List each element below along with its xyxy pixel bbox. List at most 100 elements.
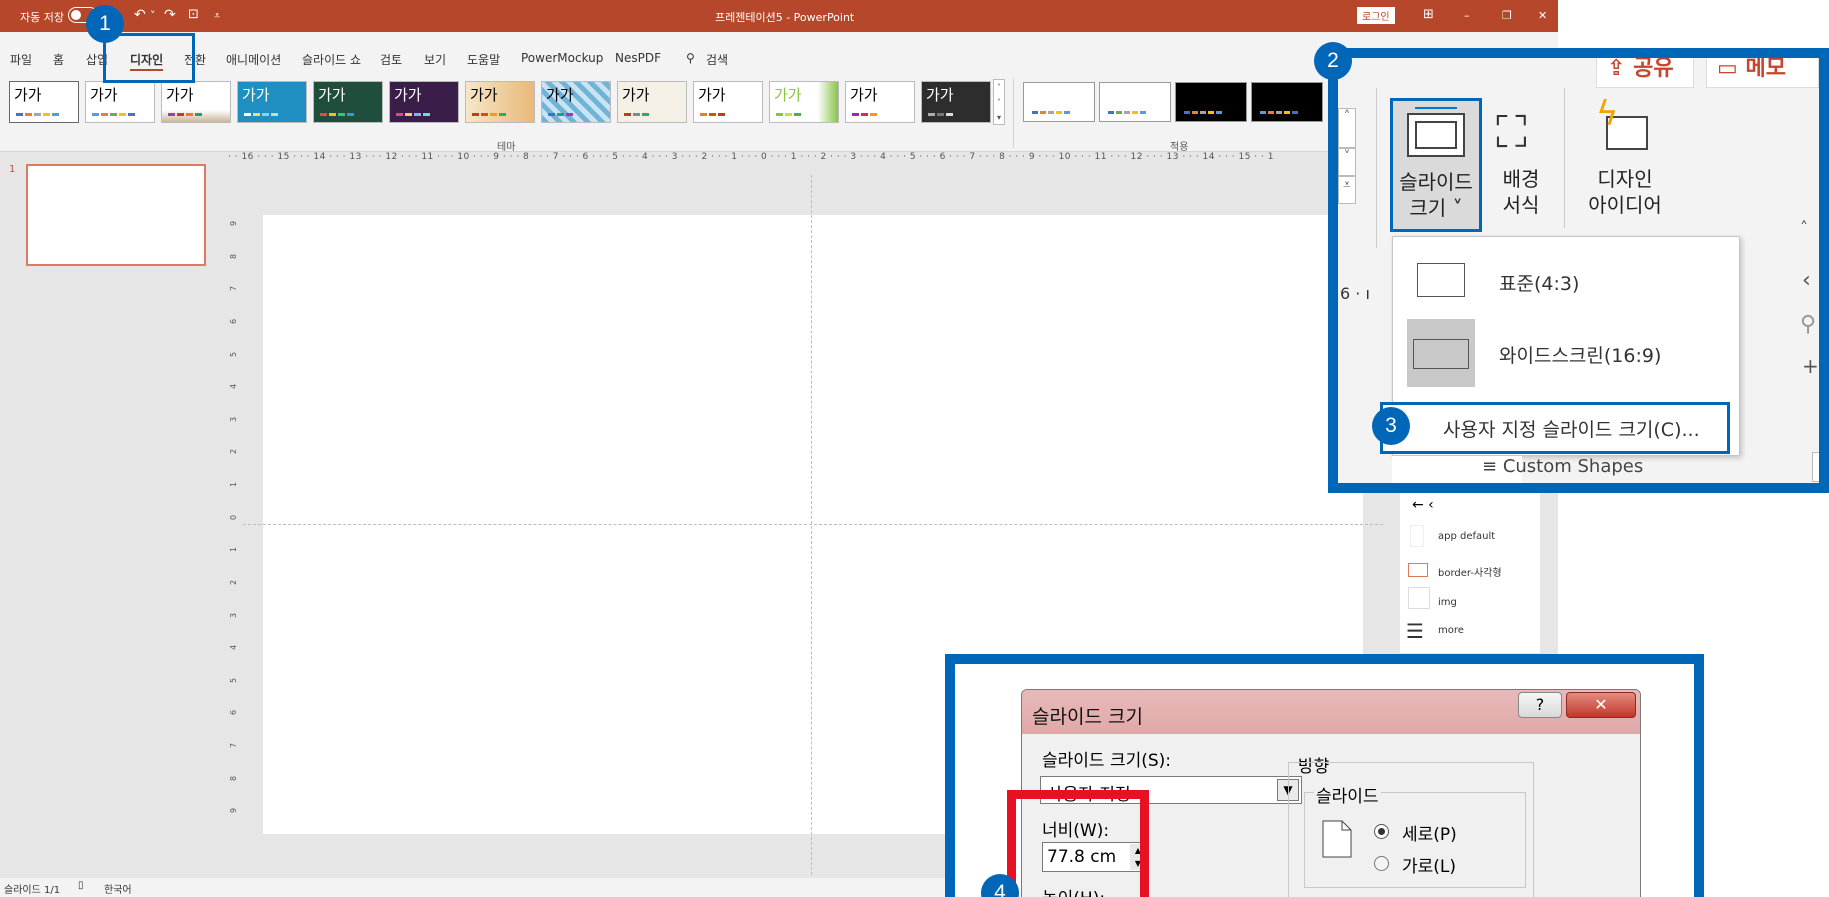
share-button[interactable]: ⇪ 공유 [1596,58,1694,88]
tab-powermockup[interactable]: PowerMockup [521,51,603,65]
menu-item-custom-size[interactable]: 사용자 지정 슬라이드 크기(C)... [1380,402,1730,454]
restore-icon[interactable]: ❐ [1502,9,1512,22]
vertical-guide[interactable] [811,175,812,875]
variants-group-label: 적용 [1170,142,1189,153]
themes-group-label: 테마 [497,142,516,153]
portrait-label[interactable]: 세로(P) [1402,820,1457,845]
accessibility-icon[interactable]: ▯ [78,880,84,891]
tab-nespdf[interactable]: NesPDF [615,51,661,65]
search-icon[interactable]: ⚲ [686,51,695,65]
redo-icon[interactable]: ↷ [164,7,176,23]
theme-13[interactable]: 가가 [921,81,991,123]
step-badge-3: 3 [1372,407,1410,445]
vertical-ruler-tick: 5 [229,677,239,684]
menu-item-standard[interactable]: 표준(4:3) [1393,237,1739,313]
dialog-title: 슬라이드 크기 [1032,706,1143,728]
app-default-icon [1410,525,1424,547]
theme-9[interactable]: 가가 [617,81,687,123]
theme-6[interactable]: 가가 [389,81,459,123]
side-add-icon[interactable]: + [1802,354,1819,378]
language-status[interactable]: 한국어 [104,881,132,896]
ribbon-design-body: 가가 가가 가가 가가 가가 가가 가가 가가 가가 가가 가가 가가 가가 ˄… [0,76,1558,153]
theme-2[interactable]: 가가 [85,81,155,123]
dialog-close-button[interactable]: ✕ [1566,692,1636,718]
shape-app-default[interactable]: app default [1438,531,1495,542]
horizontal-guide[interactable] [243,524,1383,525]
custom-shapes-icon: ≡ [1482,456,1503,477]
zoom-gallery-scroll-down[interactable]: ˅ [1338,148,1356,176]
theme-5[interactable]: 가가 [313,81,383,123]
theme-gallery-scroll[interactable]: ˄ ˅ ▾ [993,79,1005,125]
theme-3[interactable]: 가가 [161,81,231,123]
collapse-ribbon-icon[interactable]: ˄ [1800,218,1808,237]
vertical-ruler-tick: 9 [229,807,239,814]
tab-help[interactable]: 도움말 [467,51,500,68]
highlight-width-input [1007,790,1149,897]
tab-home[interactable]: 홈 [53,51,64,68]
variant-4[interactable] [1251,82,1323,122]
tab-view[interactable]: 보기 [424,51,446,68]
zoom-gallery-more[interactable]: ⩡ [1338,176,1356,204]
slide-group-label: 슬라이드 [1314,782,1381,807]
custom-shapes-header[interactable]: ≡ Custom Shapes [1482,456,1643,477]
variant-2[interactable] [1099,82,1171,122]
custom-shapes-list: ← ‹ app default border-사각형 img ☰ more [1400,493,1540,653]
search-label[interactable]: 검색 [706,51,728,68]
vertical-ruler-tick: 8 [229,775,239,782]
tab-review[interactable]: 검토 [380,51,402,68]
shape-img[interactable]: img [1438,597,1457,608]
theme-4[interactable]: 가가 [237,81,307,123]
side-search-icon[interactable]: ⚲ [1800,312,1816,337]
menu-item-widescreen[interactable]: 와이드스크린(16:9) [1393,315,1739,391]
variant-1[interactable] [1023,82,1095,122]
theme-12[interactable]: 가가 [845,81,915,123]
theme-office[interactable]: 가가 [9,81,79,123]
panel-scrollbar[interactable] [1812,452,1819,482]
undo-dropdown-icon[interactable]: ˅ [150,9,156,22]
group-divider [1013,78,1014,148]
comment-button[interactable]: ▭ 메모 [1706,58,1819,88]
tab-animations[interactable]: 애니메이션 [226,51,281,68]
portrait-radio[interactable] [1374,824,1389,839]
theme-10[interactable]: 가가 [693,81,763,123]
shape-more[interactable]: more [1438,625,1464,636]
highlight-design-tab [103,33,195,83]
format-background-button[interactable]: ⛶ 배경 서식 [1486,98,1556,228]
present-icon[interactable]: ⊡ [188,7,199,22]
design-ideas-icon: ϟ [1596,94,1650,154]
theme-8[interactable]: 가가 [541,81,611,123]
ribbon-display-icon[interactable]: ⊞ [1423,7,1434,22]
minimize-icon[interactable]: – [1464,9,1470,22]
tab-file[interactable]: 파일 [10,51,32,68]
variant-3[interactable] [1175,82,1247,122]
design-ideas-button[interactable]: ϟ 디자인 아이디어 [1570,94,1680,228]
landscape-radio[interactable] [1374,856,1389,871]
slide-number: 1 [9,164,16,175]
close-x-icon: ✕ [1594,695,1608,714]
tab-slideshow[interactable]: 슬라이드 쇼 [302,51,361,68]
theme-7[interactable]: 가가 [465,81,535,123]
step-badge-2: 2 [1314,42,1352,80]
vertical-ruler-tick: 1 [229,481,239,488]
vertical-ruler-tick: 6 [229,318,239,325]
slide-size-button[interactable]: 슬라이드 크기 ˅ [1390,98,1482,232]
close-icon[interactable]: ✕ [1538,9,1547,22]
help-button[interactable]: ? [1518,692,1562,718]
theme-11[interactable]: 가가 [769,81,839,123]
login-button[interactable]: 로그인 [1357,7,1395,24]
landscape-label[interactable]: 가로(L) [1402,852,1456,877]
back-arrow-icon[interactable]: ← ‹ [1412,497,1434,513]
img-icon [1408,587,1430,609]
slide-thumbnail[interactable] [26,164,206,266]
slide-count-status: 슬라이드 1/1 [4,885,61,896]
undo-icon[interactable]: ↶ [134,7,146,23]
slide-size-label: 슬라이드 크기(S): [1042,751,1172,771]
zoom-gallery-scroll-up[interactable]: ˄ [1338,108,1356,148]
paint-bucket-icon: ⛶ [1496,107,1527,158]
shape-border-rect[interactable]: border-사각형 [1438,564,1502,579]
customize-toolbar-icon[interactable]: ⩡ [214,9,220,23]
window-title: 프레젠테이션5 - PowerPoint [715,11,855,24]
vertical-ruler-tick: 2 [229,448,239,455]
standard-ratio-icon [1417,263,1465,297]
side-panel-back-icon[interactable]: ‹ [1802,268,1811,293]
